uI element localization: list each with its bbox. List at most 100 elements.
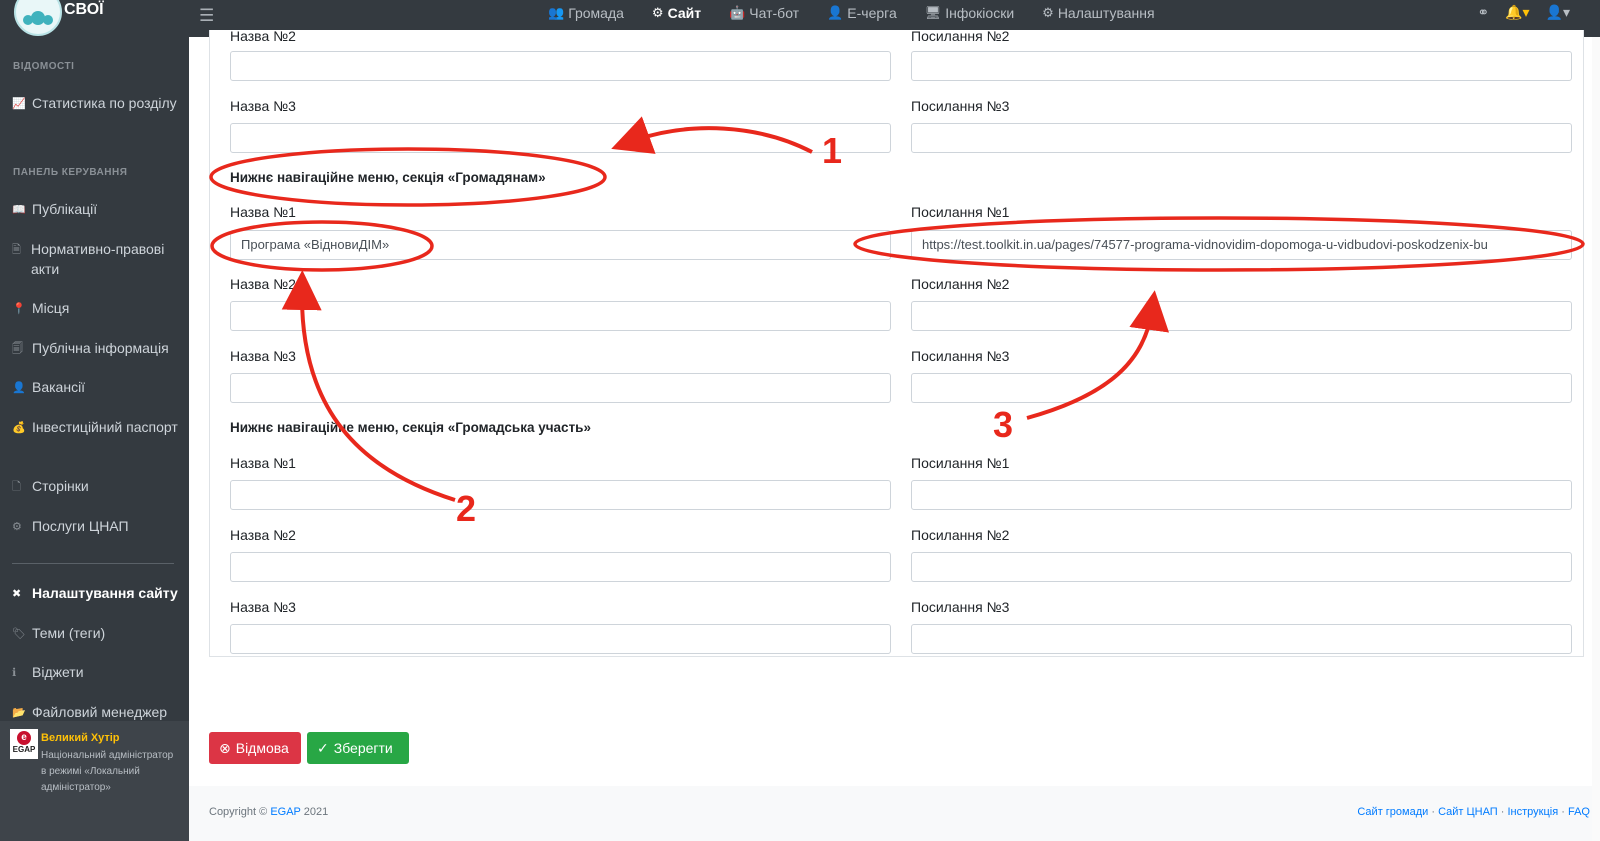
book-icon: 📖 — [12, 204, 26, 216]
field-label: Посилання №3 — [911, 98, 1010, 114]
nav-hromada[interactable]: 👥 Громада — [534, 0, 638, 26]
sidebar-item-pages[interactable]: 🗋 Сторінки — [12, 476, 182, 497]
sidebar-item-tags[interactable]: 🏷 Теми (теги) — [12, 623, 182, 644]
field-label: Посилання №3 — [911, 599, 1010, 615]
sidebar-item-label: Місця — [32, 300, 70, 316]
nav-label: Сайт — [667, 5, 702, 21]
scrollbar[interactable] — [1592, 37, 1600, 841]
field-label: Назва №3 — [230, 348, 296, 364]
sidebar-item-cnap-services[interactable]: ⚙ Послуги ЦНАП — [12, 516, 182, 537]
field-label: Назва №1 — [230, 455, 296, 471]
participation-name-input-1[interactable] — [230, 480, 891, 510]
nav-site[interactable]: ⚙ Сайт — [638, 0, 715, 26]
egap-logo-mark: e — [17, 731, 31, 745]
footer-link-cnap-site[interactable]: Сайт ЦНАП — [1438, 806, 1498, 818]
monitor-icon: 🖥 — [924, 5, 942, 20]
sidebar-item-label: Публічна інформація — [32, 340, 169, 356]
nav-label: Чат-бот — [749, 5, 800, 21]
robot-icon: 🤖 — [729, 5, 746, 20]
sidebar-item-stats[interactable]: 📈 Статистика по розділу — [12, 93, 182, 114]
cancel-button-label: Відмова — [235, 740, 289, 756]
citizens-name-input-1[interactable]: Програма «ВідновиДІМ» — [230, 230, 891, 260]
sidebar-item-label: Вакансії — [32, 379, 86, 395]
sidebar-user-panel[interactable]: e EGAP Великий Хутір Національний адмініс… — [0, 721, 189, 841]
nav-equeue[interactable]: 👤 Е-черга — [813, 0, 911, 26]
citizens-name-input-3[interactable] — [230, 373, 891, 403]
field-label: Назва №2 — [230, 527, 296, 543]
separator: · — [1500, 806, 1505, 818]
citizens-name-input-2[interactable] — [230, 301, 891, 331]
hamburger-menu-icon[interactable]: ☰ — [199, 6, 214, 26]
sidebar-heading-info: ВІДОМОСТІ — [13, 61, 75, 72]
top-link-input-3[interactable] — [911, 123, 1572, 153]
separator: · — [1561, 806, 1565, 818]
copyright-year: 2021 — [303, 806, 329, 818]
check-circle-icon: ✓ — [317, 739, 329, 756]
family-icon[interactable]: ⚭ — [1477, 4, 1489, 21]
top-nav-menu: 👥 Громада ⚙ Сайт 🤖 Чат-бот 👤 Е-черга 🖥 Інфокі… — [534, 0, 1169, 27]
app-logo[interactable] — [14, 0, 62, 36]
gear-icon: ⚙ — [651, 5, 664, 20]
nav-settings[interactable]: ⚙ Налаштування — [1028, 0, 1168, 26]
user-queue-icon: 👤 — [827, 5, 844, 20]
sidebar-item-label: Теми (теги) — [32, 625, 106, 641]
citizens-link-input-2[interactable] — [911, 301, 1572, 331]
sidebar-item-vacancies[interactable]: 👤 Вакансії — [12, 377, 182, 398]
nav-label: Налаштування — [1057, 5, 1155, 21]
sidebar-item-site-settings[interactable]: ✖ Налаштування сайту — [12, 583, 182, 604]
info-icon: ℹ — [12, 667, 17, 679]
sidebar-item-places[interactable]: 📍 Місця — [12, 298, 182, 319]
document-icon: 🗎 — [12, 244, 21, 256]
field-label: Посилання №1 — [911, 455, 1010, 471]
egap-logo: e EGAP — [10, 729, 38, 759]
footer-link-instructions[interactable]: Інструкція — [1508, 806, 1559, 818]
section-title-citizens: Нижнє навігаційне меню, секція «Громадян… — [230, 170, 546, 185]
file-icon: 🗐 — [12, 343, 23, 355]
top-link-input-2[interactable] — [911, 51, 1572, 81]
sidebar-item-widgets[interactable]: ℹ Віджети — [12, 662, 182, 683]
field-label: Назва №3 — [230, 98, 296, 114]
nav-label: Е-черга — [847, 5, 897, 21]
egap-link[interactable]: EGAP — [270, 806, 300, 818]
participation-link-input-3[interactable] — [911, 624, 1572, 654]
sidebar-item-label: Послуги ЦНАП — [32, 518, 129, 534]
nav-infokiosks[interactable]: 🖥 Інфокіоски — [911, 0, 1028, 26]
sidebar-item-public-info[interactable]: 🗐 Публічна інформація — [12, 338, 182, 359]
sidebar-item-publications[interactable]: 📖 Публікації — [12, 199, 182, 220]
citizens-link-input-3[interactable] — [911, 373, 1572, 403]
top-name-input-2[interactable] — [230, 51, 891, 81]
field-label: Назва №2 — [230, 28, 296, 44]
top-name-input-3[interactable] — [230, 123, 891, 153]
participation-link-input-2[interactable] — [911, 552, 1572, 582]
participation-link-input-1[interactable] — [911, 480, 1572, 510]
citizens-link-input-1[interactable]: https://test.toolkit.in.ua/pages/74577-p… — [911, 230, 1572, 260]
user-menu-icon[interactable]: 👤▾ — [1546, 4, 1570, 21]
sidebar-item-label: Файловий менеджер — [32, 704, 168, 720]
footer-links: Сайт громади · Сайт ЦНАП · Інструкція · … — [1357, 806, 1590, 818]
top-right-tools: ⚭ 🔔▾ 👤▾ — [1477, 4, 1570, 21]
sidebar-item-label: Публікації — [32, 201, 98, 217]
page-icon: 🗋 — [12, 481, 21, 493]
sidebar-item-investment-passport[interactable]: 💰 Інвестиційний паспорт — [12, 417, 182, 438]
separator: · — [1431, 806, 1436, 818]
cancel-button[interactable]: ⊗ Відмова — [209, 732, 301, 764]
footer-link-community-site[interactable]: Сайт громади — [1357, 806, 1428, 818]
field-label: Назва №2 — [230, 276, 296, 292]
participation-name-input-3[interactable] — [230, 624, 891, 654]
participation-name-input-2[interactable] — [230, 552, 891, 582]
field-label: Посилання №3 — [911, 348, 1010, 364]
save-button[interactable]: ✓ Зберегти — [307, 732, 409, 764]
nav-chatbot[interactable]: 🤖 Чат-бот — [715, 0, 813, 26]
field-label: Назва №1 — [230, 204, 296, 220]
bell-icon[interactable]: 🔔▾ — [1505, 4, 1529, 21]
nav-label: Громада — [568, 5, 624, 21]
cogs-icon: ⚙ — [1042, 5, 1054, 20]
sidebar-item-label: Сторінки — [32, 478, 89, 494]
sidebar-item-label: Інвестиційний паспорт — [32, 419, 178, 435]
user-community-name: Великий Хутір — [41, 732, 120, 744]
sidebar-item-legal-acts[interactable]: 🗎 Нормативно-правові акти — [12, 239, 182, 279]
app-brand-name[interactable]: СВОЇ — [64, 1, 104, 19]
footer-link-faq[interactable]: FAQ — [1568, 806, 1590, 818]
sidebar-item-label: Статистика по розділу — [32, 95, 177, 111]
sidebar-item-file-manager[interactable]: 📂 Файловий менеджер — [12, 702, 182, 723]
